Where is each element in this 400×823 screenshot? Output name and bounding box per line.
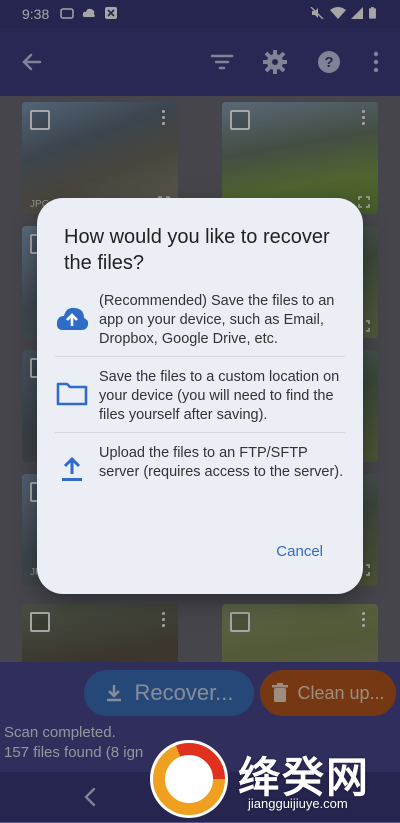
divider [55, 356, 345, 357]
divider [55, 432, 345, 433]
cloud-upload-icon [56, 307, 89, 330]
option-upload-ftp[interactable]: Upload the files to an FTP/SFTP server (… [37, 436, 363, 512]
upload-icon [62, 456, 82, 481]
watermark-url: jiangguijiuye.com [248, 796, 348, 811]
option-save-to-app[interactable]: (Recommended) Save the files to an app o… [37, 284, 363, 360]
recover-dialog: How would you like to recover the files?… [37, 198, 363, 594]
dialog-title: How would you like to recover the files? [64, 226, 330, 274]
watermark: 绛癸网 jiangguijiuye.com [150, 736, 400, 822]
folder-icon [56, 382, 88, 406]
option-text: Upload the files to an FTP/SFTP server (… [99, 445, 344, 480]
option-save-custom-location[interactable]: Save the files to a custom location on y… [37, 360, 363, 436]
option-text: Save the files to a custom location on y… [99, 369, 340, 423]
cancel-button[interactable]: Cancel [276, 543, 323, 560]
watermark-logo-icon [150, 740, 228, 818]
option-text: (Recommended) Save the files to an app o… [99, 293, 335, 347]
